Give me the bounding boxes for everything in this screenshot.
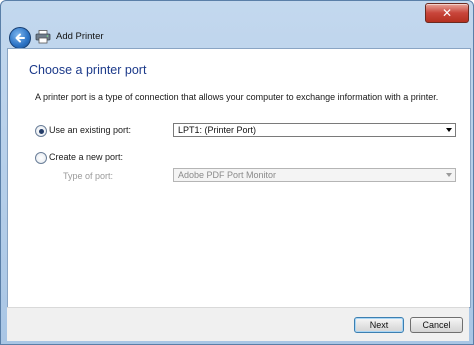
existing-port-select[interactable]: LPT1: (Printer Port) <box>173 123 456 137</box>
next-button-label: Next <box>369 320 389 330</box>
cancel-button[interactable]: Cancel <box>410 317 463 333</box>
back-button[interactable] <box>9 27 31 49</box>
cancel-button-label: Cancel <box>422 320 451 330</box>
existing-port-radio[interactable] <box>35 125 47 137</box>
port-type-label: Type of port: <box>63 171 114 181</box>
new-port-radio[interactable] <box>35 152 47 164</box>
existing-port-value: LPT1: (Printer Port) <box>178 125 257 135</box>
close-button[interactable]: ✕ <box>425 3 469 23</box>
add-printer-window: ✕ Add Printer Choose a printer port A pr… <box>0 0 474 345</box>
port-type-value: Adobe PDF Port Monitor <box>178 170 277 180</box>
back-arrow-icon <box>15 33 25 43</box>
new-port-label[interactable]: Create a new port: <box>49 152 123 162</box>
port-type-select: Adobe PDF Port Monitor <box>173 168 456 182</box>
close-icon: ✕ <box>441 6 453 20</box>
existing-port-label[interactable]: Use an existing port: <box>49 125 131 135</box>
chevron-down-icon <box>446 173 452 177</box>
chevron-down-icon <box>446 128 452 132</box>
printer-icon <box>35 30 51 44</box>
title-bar: ✕ Add Printer <box>1 1 474 49</box>
window-title: Add Printer <box>56 31 104 42</box>
next-button[interactable]: Next <box>354 317 404 333</box>
page-description: A printer port is a type of connection t… <box>35 92 439 102</box>
button-bar: Next Cancel <box>7 307 469 341</box>
page-heading: Choose a printer port <box>29 63 147 77</box>
